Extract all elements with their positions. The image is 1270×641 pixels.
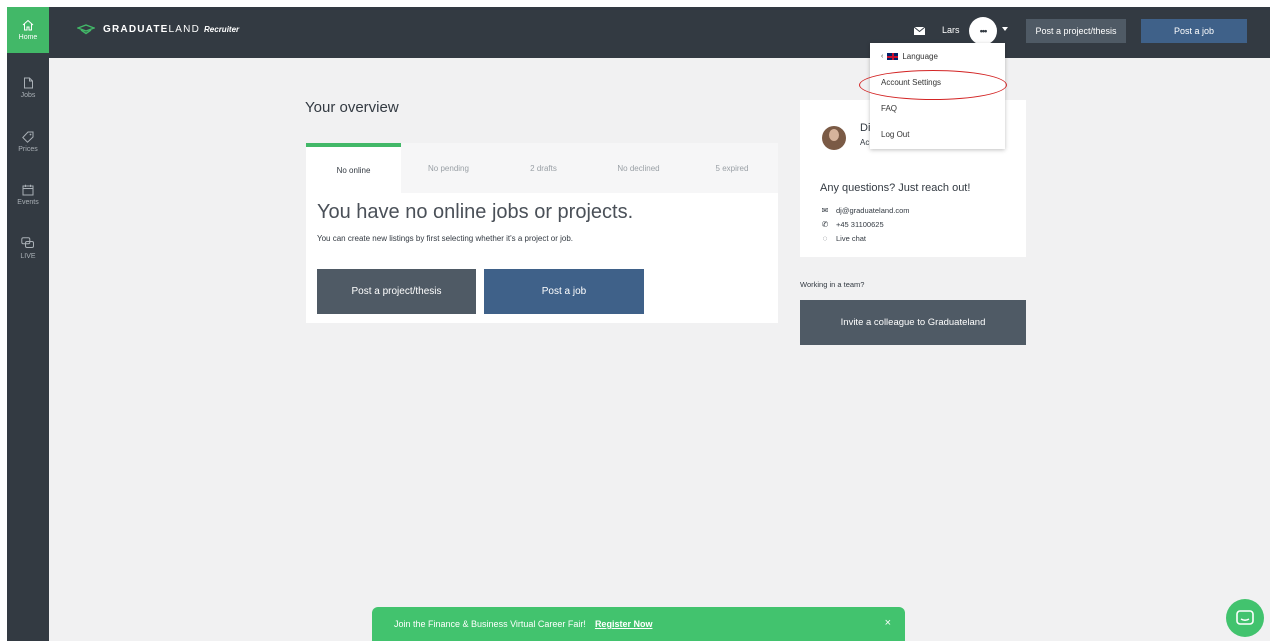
contact-email[interactable]: ✉ dj@graduateland.com: [820, 206, 910, 215]
tab-expired[interactable]: 5 expired: [686, 143, 778, 193]
calendar-icon: [22, 184, 34, 196]
speech-bubble-icon: ◌: [822, 234, 828, 243]
user-menu-button[interactable]: •••: [969, 17, 997, 45]
post-project-button[interactable]: Post a project/thesis: [1026, 19, 1126, 43]
sidebar-item-home[interactable]: Home: [7, 7, 49, 53]
highlight-annotation: [859, 70, 1007, 100]
menu-item-language[interactable]: ‹ Language: [881, 52, 938, 61]
mail-icon[interactable]: [914, 27, 925, 35]
contact-chat-text: Live chat: [836, 234, 867, 243]
graduateland-logo[interactable]: GRADUATELAND Recruiter: [77, 24, 239, 35]
chat-icon: [1236, 609, 1254, 625]
menu-item-faq[interactable]: FAQ: [881, 104, 897, 113]
user-name[interactable]: Lars: [942, 25, 960, 35]
overview-card: No online No pending 2 drafts No decline…: [306, 143, 778, 323]
close-icon[interactable]: ×: [885, 617, 891, 629]
phone-icon: ✆: [821, 220, 829, 229]
tab-online[interactable]: No online: [306, 143, 401, 193]
sidebar-item-prices[interactable]: Prices: [7, 119, 49, 165]
sidebar-item-label: Jobs: [20, 92, 36, 99]
contact-heading: Any questions? Just reach out!: [820, 182, 971, 194]
contact-phone-text: +45 31100625: [836, 220, 884, 229]
menu-item-logout[interactable]: Log Out: [881, 130, 909, 139]
chevron-down-icon[interactable]: [1002, 27, 1008, 31]
logo-text: GRADUATELAND Recruiter: [103, 24, 240, 35]
status-tabs: No online No pending 2 drafts No decline…: [306, 143, 778, 193]
contact-phone[interactable]: ✆ +45 31100625: [820, 220, 884, 229]
banner-text: Join the Finance & Business Virtual Care…: [394, 619, 586, 629]
page-title: Your overview: [305, 99, 399, 116]
chevron-left-icon: ‹: [881, 53, 884, 60]
sidebar-item-label: Prices: [18, 146, 38, 153]
app-frame: Home Jobs Prices Events LIVE GRADUATELAN…: [7, 7, 1270, 641]
menu-item-label: Language: [902, 52, 938, 61]
post-job-button[interactable]: Post a job: [484, 269, 644, 314]
document-icon: [23, 77, 33, 89]
chat-launcher-button[interactable]: [1226, 599, 1264, 637]
sidebar-item-live[interactable]: LIVE: [7, 225, 49, 271]
team-label: Working in a team?: [800, 280, 865, 289]
invite-colleague-button[interactable]: Invite a colleague to Graduateland: [800, 300, 1026, 345]
contact-email-text: dj@graduateland.com: [836, 206, 910, 215]
contact-role: Ac: [860, 138, 870, 147]
sidebar-item-jobs[interactable]: Jobs: [7, 65, 49, 111]
contact-live-chat[interactable]: ◌ Live chat: [820, 234, 866, 243]
sidebar-item-label: LIVE: [20, 252, 36, 260]
register-now-link[interactable]: Register Now: [595, 619, 653, 629]
tab-drafts[interactable]: 2 drafts: [496, 143, 591, 193]
sidebar-item-label: Home: [18, 34, 38, 41]
career-fair-banner: Join the Finance & Business Virtual Care…: [372, 607, 905, 641]
tag-icon: [22, 131, 34, 143]
tab-declined[interactable]: No declined: [591, 143, 686, 193]
tab-pending[interactable]: No pending: [401, 143, 496, 193]
envelope-icon: ✉: [821, 206, 829, 215]
avatar: [822, 126, 846, 150]
post-project-button[interactable]: Post a project/thesis: [317, 269, 476, 314]
sidebar-item-label: Events: [17, 199, 39, 206]
chat-bubbles-icon: [21, 236, 34, 248]
contact-name: Di: [860, 122, 871, 134]
left-sidebar: Home Jobs Prices Events LIVE: [7, 7, 49, 641]
empty-state-heading: You have no online jobs or projects.: [317, 201, 634, 223]
sidebar-item-events[interactable]: Events: [7, 172, 49, 218]
empty-state-text: You can create new listings by first sel…: [317, 234, 574, 243]
home-icon: [22, 19, 34, 31]
post-job-button[interactable]: Post a job: [1141, 19, 1247, 43]
top-navbar: GRADUATELAND Recruiter Lars ••• Post a pr…: [49, 7, 1270, 58]
uk-flag-icon: [887, 53, 899, 60]
graduation-cap-icon: [77, 24, 95, 35]
